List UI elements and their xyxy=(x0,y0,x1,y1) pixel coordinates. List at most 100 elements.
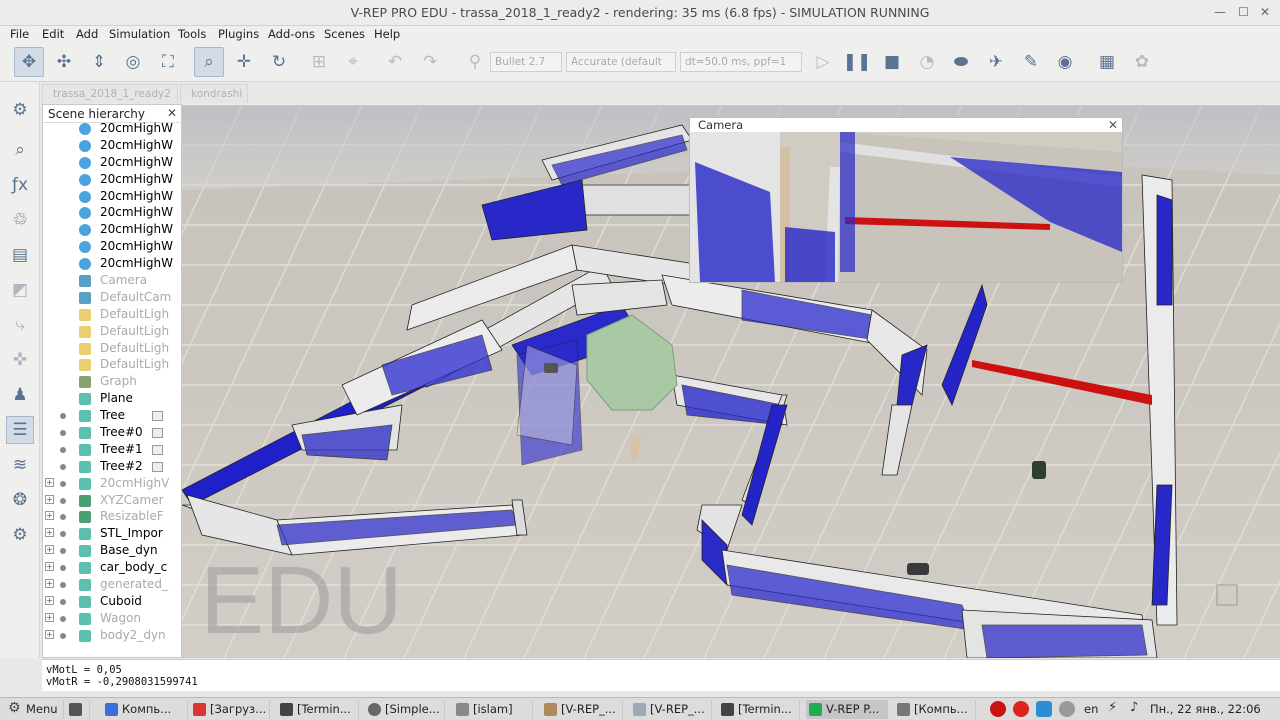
fit-to-view-icon[interactable]: ⛶ xyxy=(153,47,183,77)
menu-addons[interactable]: Add-ons xyxy=(268,27,315,41)
script-icon[interactable] xyxy=(152,428,163,439)
taskbar-item[interactable]: [Компь... xyxy=(894,700,976,719)
assemble-icon[interactable]: ⊞ xyxy=(304,47,334,77)
faster-icon[interactable]: ✈ xyxy=(981,47,1011,77)
hierarchy-item[interactable]: 20cmHighW xyxy=(43,256,181,273)
visibility-dot-icon[interactable] xyxy=(60,480,66,487)
realtime-icon[interactable]: ◔ xyxy=(912,47,942,77)
expand-icon[interactable]: + xyxy=(45,595,54,605)
page-select-icon[interactable]: ✿ xyxy=(1127,47,1157,77)
stop-icon[interactable]: ■ xyxy=(877,47,907,77)
close-icon[interactable]: ✕ xyxy=(167,106,177,120)
taskbar-item[interactable]: [Загруз... xyxy=(190,700,270,719)
taskbar-item[interactable]: Компь... xyxy=(102,700,188,719)
taskbar-item[interactable]: [V-REP_... xyxy=(541,700,623,719)
scene-window-icon[interactable]: ▦ xyxy=(1092,47,1122,77)
expand-icon[interactable]: + xyxy=(45,562,54,572)
hierarchy-item[interactable]: DefaultLigh xyxy=(43,341,181,358)
record-icon[interactable] xyxy=(990,701,1006,717)
visibility-dot-icon[interactable] xyxy=(60,430,66,437)
timestep-select[interactable]: dt=50.0 ms, ppf=1 xyxy=(680,52,802,72)
close-icon[interactable]: ✕ xyxy=(1108,118,1118,132)
hierarchy-item[interactable]: + body2_dyn xyxy=(43,628,181,645)
maximize-icon[interactable]: ☐ xyxy=(1238,5,1249,19)
hierarchy-item[interactable]: + generated_ xyxy=(43,577,181,594)
script-icon[interactable] xyxy=(152,411,163,422)
hierarchy-item[interactable]: DefaultLigh xyxy=(43,357,181,374)
taskbar-item[interactable]: [Termin... xyxy=(718,700,800,719)
hierarchy-item[interactable]: DefaultLigh xyxy=(43,307,181,324)
visibility-dot-icon[interactable] xyxy=(60,463,66,470)
taskbar-item-vrep[interactable]: V-REP P... xyxy=(806,700,888,719)
visibility-dot-icon[interactable] xyxy=(60,615,66,622)
pause-icon[interactable]: ❚❚ xyxy=(842,47,872,77)
camera-rotate-icon[interactable]: ✣ xyxy=(49,47,79,77)
network-tray-icon[interactable] xyxy=(1036,701,1052,717)
menu-add[interactable]: Add xyxy=(76,27,98,41)
hierarchy-item[interactable]: Camera xyxy=(43,273,181,290)
collection-icon[interactable]: ♲ xyxy=(6,206,34,234)
hierarchy-item[interactable]: 20cmHighW xyxy=(43,155,181,172)
model-browser-icon[interactable]: ♟ xyxy=(6,381,34,409)
visibility-dot-icon[interactable] xyxy=(60,413,66,420)
keyboard-layout[interactable]: en xyxy=(1084,702,1098,716)
camera-view-window[interactable]: Camera ✕ xyxy=(689,117,1123,283)
expand-icon[interactable]: + xyxy=(45,545,54,555)
camera-shift-icon[interactable]: ⇕ xyxy=(84,47,114,77)
expand-icon[interactable]: + xyxy=(45,629,54,639)
hierarchy-item[interactable]: 20cmHighW xyxy=(43,172,181,189)
dynamics-icon[interactable]: ⚲ xyxy=(460,47,490,77)
hierarchy-item[interactable]: 20cmHighW xyxy=(43,222,181,239)
taskbar-item[interactable]: [Termin... xyxy=(277,700,359,719)
visibility-dot-icon[interactable] xyxy=(60,531,66,538)
transfer-dna-icon[interactable]: ⌖ xyxy=(338,47,368,77)
hierarchy-item[interactable]: + car_body_c xyxy=(43,560,181,577)
expand-icon[interactable]: + xyxy=(45,494,54,504)
update-tray-icon[interactable] xyxy=(1059,701,1075,717)
accuracy-select[interactable]: Accurate (default xyxy=(566,52,676,72)
volume-icon[interactable]: ♪ xyxy=(1130,700,1138,715)
undo-icon[interactable]: ↶ xyxy=(380,47,410,77)
visibility-dot-icon[interactable] xyxy=(60,582,66,589)
object-rotate-icon[interactable]: ↻ xyxy=(264,47,294,77)
hierarchy-item[interactable]: Tree#1 xyxy=(43,442,181,459)
properties-icon[interactable]: ⚙ xyxy=(6,96,34,124)
shape-edit-icon[interactable]: ◩ xyxy=(6,276,34,304)
menu-tools[interactable]: Tools xyxy=(178,27,206,41)
visibility-dot-icon[interactable] xyxy=(60,548,66,555)
tab-scene-1[interactable]: trassa_2018_1_ready2 xyxy=(42,84,178,103)
network-icon[interactable]: ⚡ xyxy=(1108,700,1117,715)
expand-icon[interactable]: + xyxy=(45,528,54,538)
selection-icon[interactable]: ▤ xyxy=(6,241,34,269)
visibility-dot-icon[interactable] xyxy=(60,446,66,453)
hierarchy-item[interactable]: 20cmHighW xyxy=(43,239,181,256)
layer-icon[interactable]: ✜ xyxy=(6,346,34,374)
thread-render-icon[interactable]: ✎ xyxy=(1016,47,1046,77)
menu-edit[interactable]: Edit xyxy=(42,27,64,41)
visibility-dot-icon[interactable] xyxy=(60,632,66,639)
hierarchy-item[interactable]: Tree#2 xyxy=(43,459,181,476)
visibility-dot-icon[interactable] xyxy=(60,514,66,521)
click-select-icon[interactable]: ⌕ xyxy=(194,47,224,77)
hierarchy-item[interactable]: Plane xyxy=(43,391,181,408)
hierarchy-item[interactable]: + Cuboid xyxy=(43,594,181,611)
menu-plugins[interactable]: Plugins xyxy=(218,27,259,41)
object-shift-icon[interactable]: ✛ xyxy=(229,47,259,77)
hierarchy-item[interactable]: + ResizableF xyxy=(43,509,181,526)
menu-file[interactable]: File xyxy=(10,27,29,41)
physics-engine-select[interactable]: Bullet 2.7 xyxy=(490,52,562,72)
calculation-icon[interactable]: ⌕ xyxy=(6,136,34,164)
slower-icon[interactable]: ⬬ xyxy=(946,47,976,77)
taskbar-item[interactable]: [islam] xyxy=(453,700,533,719)
show-desktop-button[interactable] xyxy=(66,700,90,719)
hierarchy-item[interactable]: 20cmHighW xyxy=(43,121,181,138)
hierarchy-item[interactable]: Tree xyxy=(43,408,181,425)
render-icon[interactable]: ❂ xyxy=(6,486,34,514)
expand-icon[interactable]: + xyxy=(45,579,54,589)
play-icon[interactable]: ▷ xyxy=(808,47,838,77)
expand-icon[interactable]: + xyxy=(45,477,54,487)
path-edit-icon[interactable]: ⤷ xyxy=(6,311,34,339)
visibility-dot-icon[interactable] xyxy=(60,565,66,572)
menu-scenes[interactable]: Scenes xyxy=(324,27,365,41)
visualize-icon[interactable]: ◉ xyxy=(1050,47,1080,77)
